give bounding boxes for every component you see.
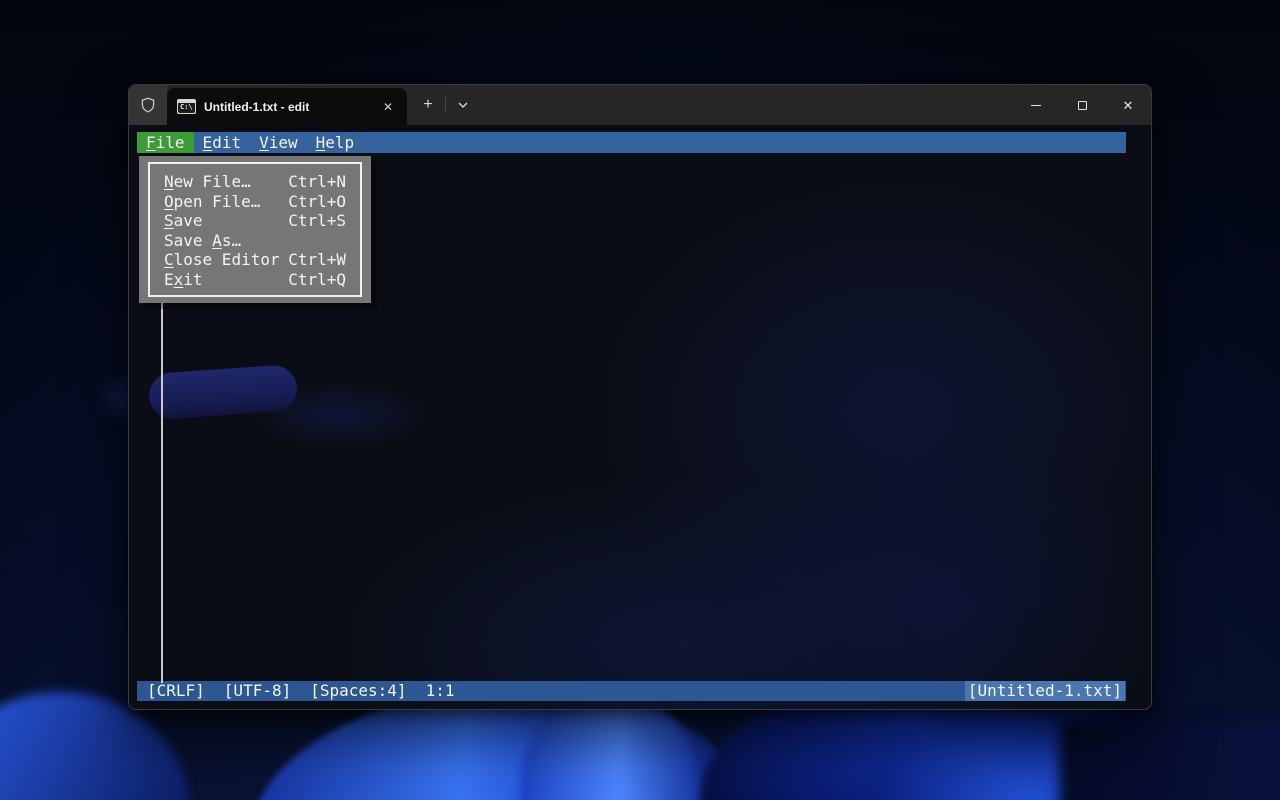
shortcut-label: Ctrl+S (288, 211, 346, 231)
file-menu-dropdown: New File… Ctrl+N Open File… Ctrl+O Save … (139, 156, 371, 303)
terminal-window: ··· C:\ Untitled-1.txt - edit ✕ + (128, 84, 1152, 710)
menu-item-save[interactable]: Save Ctrl+S (164, 211, 346, 231)
menu-file[interactable]: File (137, 132, 194, 153)
tab-close-button[interactable]: ✕ (377, 96, 399, 118)
status-line-ending[interactable]: [CRLF] (147, 681, 205, 701)
new-tab-button[interactable]: + (413, 85, 443, 125)
menu-item-open-file[interactable]: Open File… Ctrl+O (164, 192, 346, 212)
titlebar[interactable]: ··· C:\ Untitled-1.txt - edit ✕ + (129, 85, 1151, 125)
window-controls: ✕ (1013, 85, 1151, 125)
titlebar-separator (445, 97, 446, 113)
shield-icon (139, 96, 157, 114)
file-menu-border: New File… Ctrl+N Open File… Ctrl+O Save … (148, 162, 362, 297)
maximize-icon (1078, 101, 1087, 110)
wallpaper-petal (1060, 720, 1280, 800)
minimize-button[interactable] (1013, 85, 1059, 125)
status-cursor-position: 1:1 (426, 681, 455, 701)
tab-dropdown-button[interactable] (448, 85, 478, 125)
minimize-icon (1031, 105, 1041, 106)
status-encoding[interactable]: [UTF-8] (224, 681, 291, 701)
close-icon: ✕ (383, 100, 393, 114)
editor-area[interactable]: File Edit View Help New File… Ctrl+N Ope… (129, 125, 1151, 709)
statusbar: [CRLF] [UTF-8] [Spaces:4] 1:1 [Untitled-… (137, 681, 1126, 701)
menu-help[interactable]: Help (307, 132, 364, 153)
menu-item-new-file[interactable]: New File… Ctrl+N (164, 172, 346, 192)
shortcut-label: Ctrl+N (288, 172, 346, 192)
tab-title: Untitled-1.txt - edit (204, 100, 369, 114)
shortcut-label: Ctrl+Q (288, 270, 346, 290)
admin-elevation-badge (129, 85, 167, 125)
text-cursor (161, 303, 163, 683)
maximize-button[interactable] (1059, 85, 1105, 125)
chevron-down-icon (457, 99, 469, 111)
close-icon: ✕ (1123, 99, 1134, 112)
shortcut-label: Ctrl+O (288, 192, 346, 212)
menubar: File Edit View Help (137, 132, 1126, 153)
close-window-button[interactable]: ✕ (1105, 85, 1151, 125)
menu-item-exit[interactable]: Exit Ctrl+Q (164, 270, 346, 290)
status-indentation[interactable]: [Spaces:4] (310, 681, 406, 701)
terminal-tab[interactable]: ··· C:\ Untitled-1.txt - edit ✕ (167, 88, 407, 125)
command-prompt-icon: ··· C:\ (177, 99, 196, 114)
menu-view[interactable]: View (250, 132, 307, 153)
menu-edit[interactable]: Edit (194, 132, 251, 153)
menu-item-save-as[interactable]: Save As… (164, 231, 346, 251)
menu-item-close-editor[interactable]: Close Editor Ctrl+W (164, 250, 346, 270)
shortcut-label: Ctrl+W (288, 250, 346, 270)
status-filename: [Untitled-1.txt] (965, 681, 1125, 701)
